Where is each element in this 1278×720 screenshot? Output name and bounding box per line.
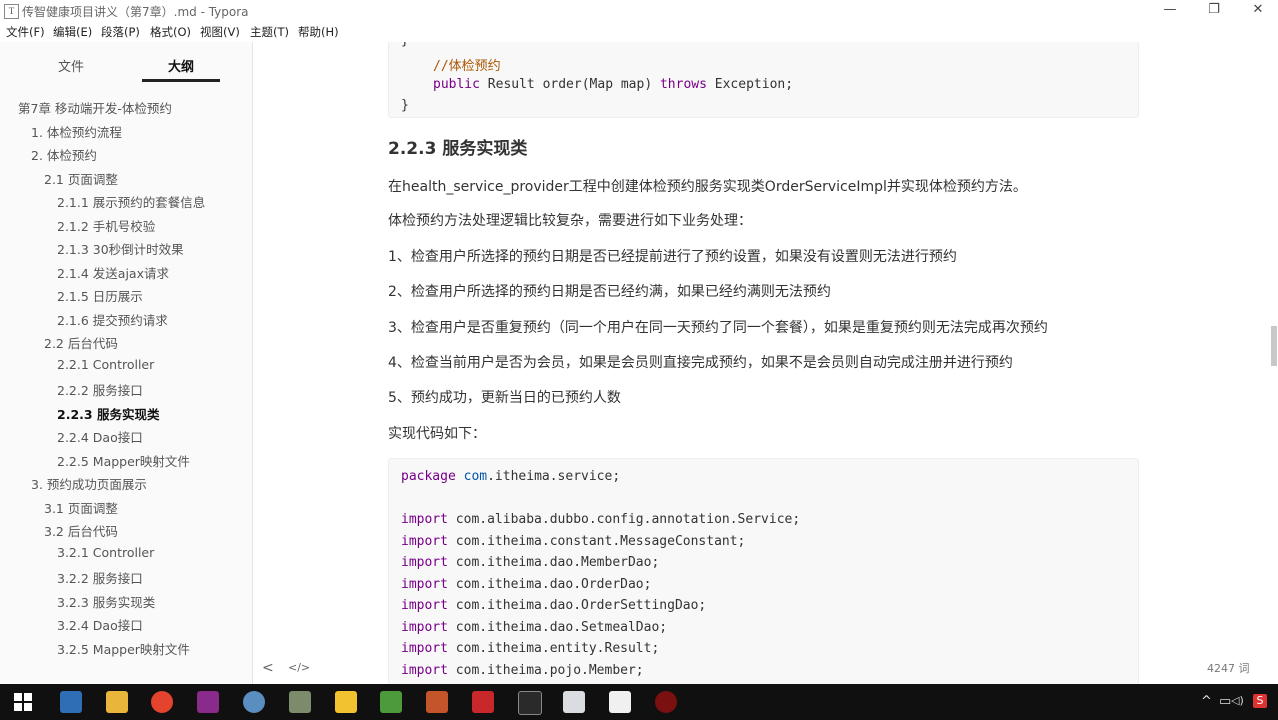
notepad-plus-icon[interactable] bbox=[380, 691, 402, 713]
section-heading: 2.2.3 服务实现类 bbox=[388, 139, 528, 159]
outline-item[interactable]: 2.1.5 日历展示 bbox=[57, 286, 143, 305]
code-import-line: import com.itheima.pojo.Member; bbox=[401, 662, 644, 678]
code-method-signature: public Result order(Map map) throws Exce… bbox=[433, 77, 794, 92]
menu-theme[interactable]: 主题(T) bbox=[250, 24, 289, 40]
window-title: 传智健康项目讲义（第7章）.md - Typora bbox=[22, 5, 249, 19]
minimize-button[interactable]: — bbox=[1148, 0, 1192, 22]
menu-view[interactable]: 视图(V) bbox=[200, 24, 240, 40]
code-comment: //体检预约 bbox=[433, 59, 501, 74]
outline-item[interactable]: 3.1 页面调整 bbox=[44, 498, 118, 517]
menu-edit[interactable]: 编辑(E) bbox=[53, 24, 92, 40]
tool-icon[interactable] bbox=[426, 691, 448, 713]
typora-icon[interactable] bbox=[609, 691, 631, 713]
title-bar: T 传智健康项目讲义（第7章）.md - Typora — ❐ ✕ bbox=[0, 0, 1278, 22]
tab-outline[interactable]: 大纲 bbox=[168, 56, 194, 75]
image-viewer-icon[interactable] bbox=[289, 691, 311, 713]
outline-item[interactable]: 1. 体检预约流程 bbox=[31, 122, 122, 141]
menu-file[interactable]: 文件(F) bbox=[6, 24, 45, 40]
menu-format[interactable]: 格式(O) bbox=[150, 24, 191, 40]
redis-icon[interactable] bbox=[472, 691, 494, 713]
active-tab-indicator bbox=[142, 79, 220, 82]
outline-item[interactable]: 2.1.4 发送ajax请求 bbox=[57, 263, 169, 282]
word-count: 4247 词 bbox=[1207, 662, 1250, 675]
sidebar: 文件 大纲 第7章 移动端开发-体检预约 1. 体检预约流程 2. 体检预约 2.1 … bbox=[0, 42, 253, 684]
scrollbar-thumb[interactable] bbox=[1271, 326, 1277, 366]
close-button[interactable]: ✕ bbox=[1236, 0, 1278, 22]
paragraph: 1、检查用户所选择的预约日期是否已经提前进行了预约设置，如果没有设置则无法进行预… bbox=[388, 249, 957, 265]
typora-app-icon: T bbox=[4, 4, 19, 19]
outline-item[interactable]: 2.1 页面调整 bbox=[44, 169, 118, 188]
code-brace: } bbox=[401, 98, 409, 113]
code-import-line: import com.itheima.dao.OrderDao; bbox=[401, 576, 652, 592]
outline-item[interactable]: 3.2.4 Dao接口 bbox=[57, 615, 143, 634]
code-import-line: import com.itheima.constant.MessageConst… bbox=[401, 533, 746, 549]
outline-item[interactable]: 3.2.3 服务实现类 bbox=[57, 592, 155, 611]
restore-button[interactable]: ❐ bbox=[1192, 0, 1236, 22]
outline-item[interactable]: 3.2 后台代码 bbox=[44, 521, 118, 540]
code-brace: } bbox=[401, 42, 409, 48]
tray-volume-icon[interactable]: ◁) bbox=[1231, 694, 1244, 707]
code-package-line: package com.itheima.service; bbox=[401, 469, 621, 484]
chrome-icon[interactable] bbox=[151, 691, 173, 713]
paragraph: 3、检查用户是否重复预约（同一个用户在同一天预约了同一个套餐），如果是重复预约则… bbox=[388, 320, 1048, 336]
menu-paragraph[interactable]: 段落(P) bbox=[101, 24, 140, 40]
paragraph: 在health_service_provider工程中创建体检预约服务实现类Or… bbox=[388, 179, 1027, 195]
tray-expand-icon[interactable]: ^ bbox=[1201, 694, 1212, 709]
code-block-top[interactable]: } //体检预约 public Result order(Map map) th… bbox=[388, 42, 1139, 118]
paragraph: 4、检查当前用户是否为会员，如果是会员则直接完成预约，如果不是会员则自动完成注册… bbox=[388, 355, 1013, 371]
tab-files[interactable]: 文件 bbox=[58, 56, 84, 75]
outline-item[interactable]: 2. 体检预约 bbox=[31, 145, 97, 164]
intellij-icon[interactable] bbox=[197, 691, 219, 713]
outline-item[interactable]: 3.2.1 Controller bbox=[57, 545, 154, 560]
paragraph: 体检预约方法处理逻辑比较复杂，需要进行如下业务处理： bbox=[388, 213, 752, 229]
menu-help[interactable]: 帮助(H) bbox=[298, 24, 339, 40]
paragraph: 2、检查用户所选择的预约日期是否已经约满，如果已经约满则无法预约 bbox=[388, 284, 831, 300]
outline-item[interactable]: 2.1.3 30秒倒计时效果 bbox=[57, 239, 184, 258]
outline-item[interactable]: 3.2.2 服务接口 bbox=[57, 568, 143, 587]
outline-item[interactable]: 2.2.4 Dao接口 bbox=[57, 427, 143, 446]
code-import-line: import com.itheima.dao.OrderSettingDao; bbox=[401, 598, 707, 613]
paragraph: 5、预约成功，更新当日的已预约人数 bbox=[388, 390, 621, 406]
outline-item[interactable]: 2.2.5 Mapper映射文件 bbox=[57, 451, 190, 470]
outline-item[interactable]: 2.2.2 服务接口 bbox=[57, 380, 143, 399]
window-app-icon[interactable] bbox=[563, 691, 585, 713]
terminal-icon[interactable] bbox=[518, 691, 542, 715]
outline-item[interactable]: 2.1.6 提交预约请求 bbox=[57, 310, 168, 329]
menu-bar: 文件(F) 编辑(E) 段落(P) 格式(O) 视图(V) 主题(T) 帮助(H… bbox=[0, 22, 1278, 42]
paragraph: 实现代码如下： bbox=[388, 426, 486, 442]
outline-item[interactable]: 3.2.5 Mapper映射文件 bbox=[57, 639, 190, 658]
code-import-line: import com.itheima.dao.SetmealDao; bbox=[401, 619, 668, 635]
tray-app-icon[interactable]: S bbox=[1253, 694, 1267, 708]
outline-item[interactable]: 3. 预约成功页面展示 bbox=[31, 474, 147, 493]
recorder-icon[interactable] bbox=[655, 691, 677, 713]
sticky-notes-icon[interactable] bbox=[335, 691, 357, 713]
tray-network-icon[interactable]: ▭ bbox=[1219, 694, 1231, 709]
outline-item[interactable]: 2.1.1 展示预约的套餐信息 bbox=[57, 192, 205, 211]
editor-area[interactable]: } //体检预约 public Result order(Map map) th… bbox=[253, 42, 1270, 684]
outline-item[interactable]: 2.1.2 手机号校验 bbox=[57, 216, 155, 235]
windows-start-icon[interactable] bbox=[14, 693, 32, 711]
file-explorer-icon[interactable] bbox=[60, 691, 82, 713]
outline-item[interactable]: 2.2.3 服务实现类 bbox=[57, 404, 159, 423]
app-icon[interactable] bbox=[243, 691, 265, 713]
folder-icon[interactable] bbox=[106, 691, 128, 713]
code-import-line: import com.alibaba.dubbo.config.annotati… bbox=[401, 512, 801, 527]
code-import-line: import com.itheima.entity.Result; bbox=[401, 641, 660, 656]
outline-item[interactable]: 2.2 后台代码 bbox=[44, 333, 118, 352]
taskbar: ^ ▭ ◁) S bbox=[0, 684, 1278, 720]
code-import-line: import com.itheima.dao.MemberDao; bbox=[401, 555, 660, 570]
outline-item[interactable]: 第7章 移动端开发-体检预约 bbox=[18, 98, 172, 117]
code-block-main[interactable]: package com.itheima.service; import com.… bbox=[388, 458, 1139, 684]
outline-item[interactable]: 2.2.1 Controller bbox=[57, 357, 154, 372]
